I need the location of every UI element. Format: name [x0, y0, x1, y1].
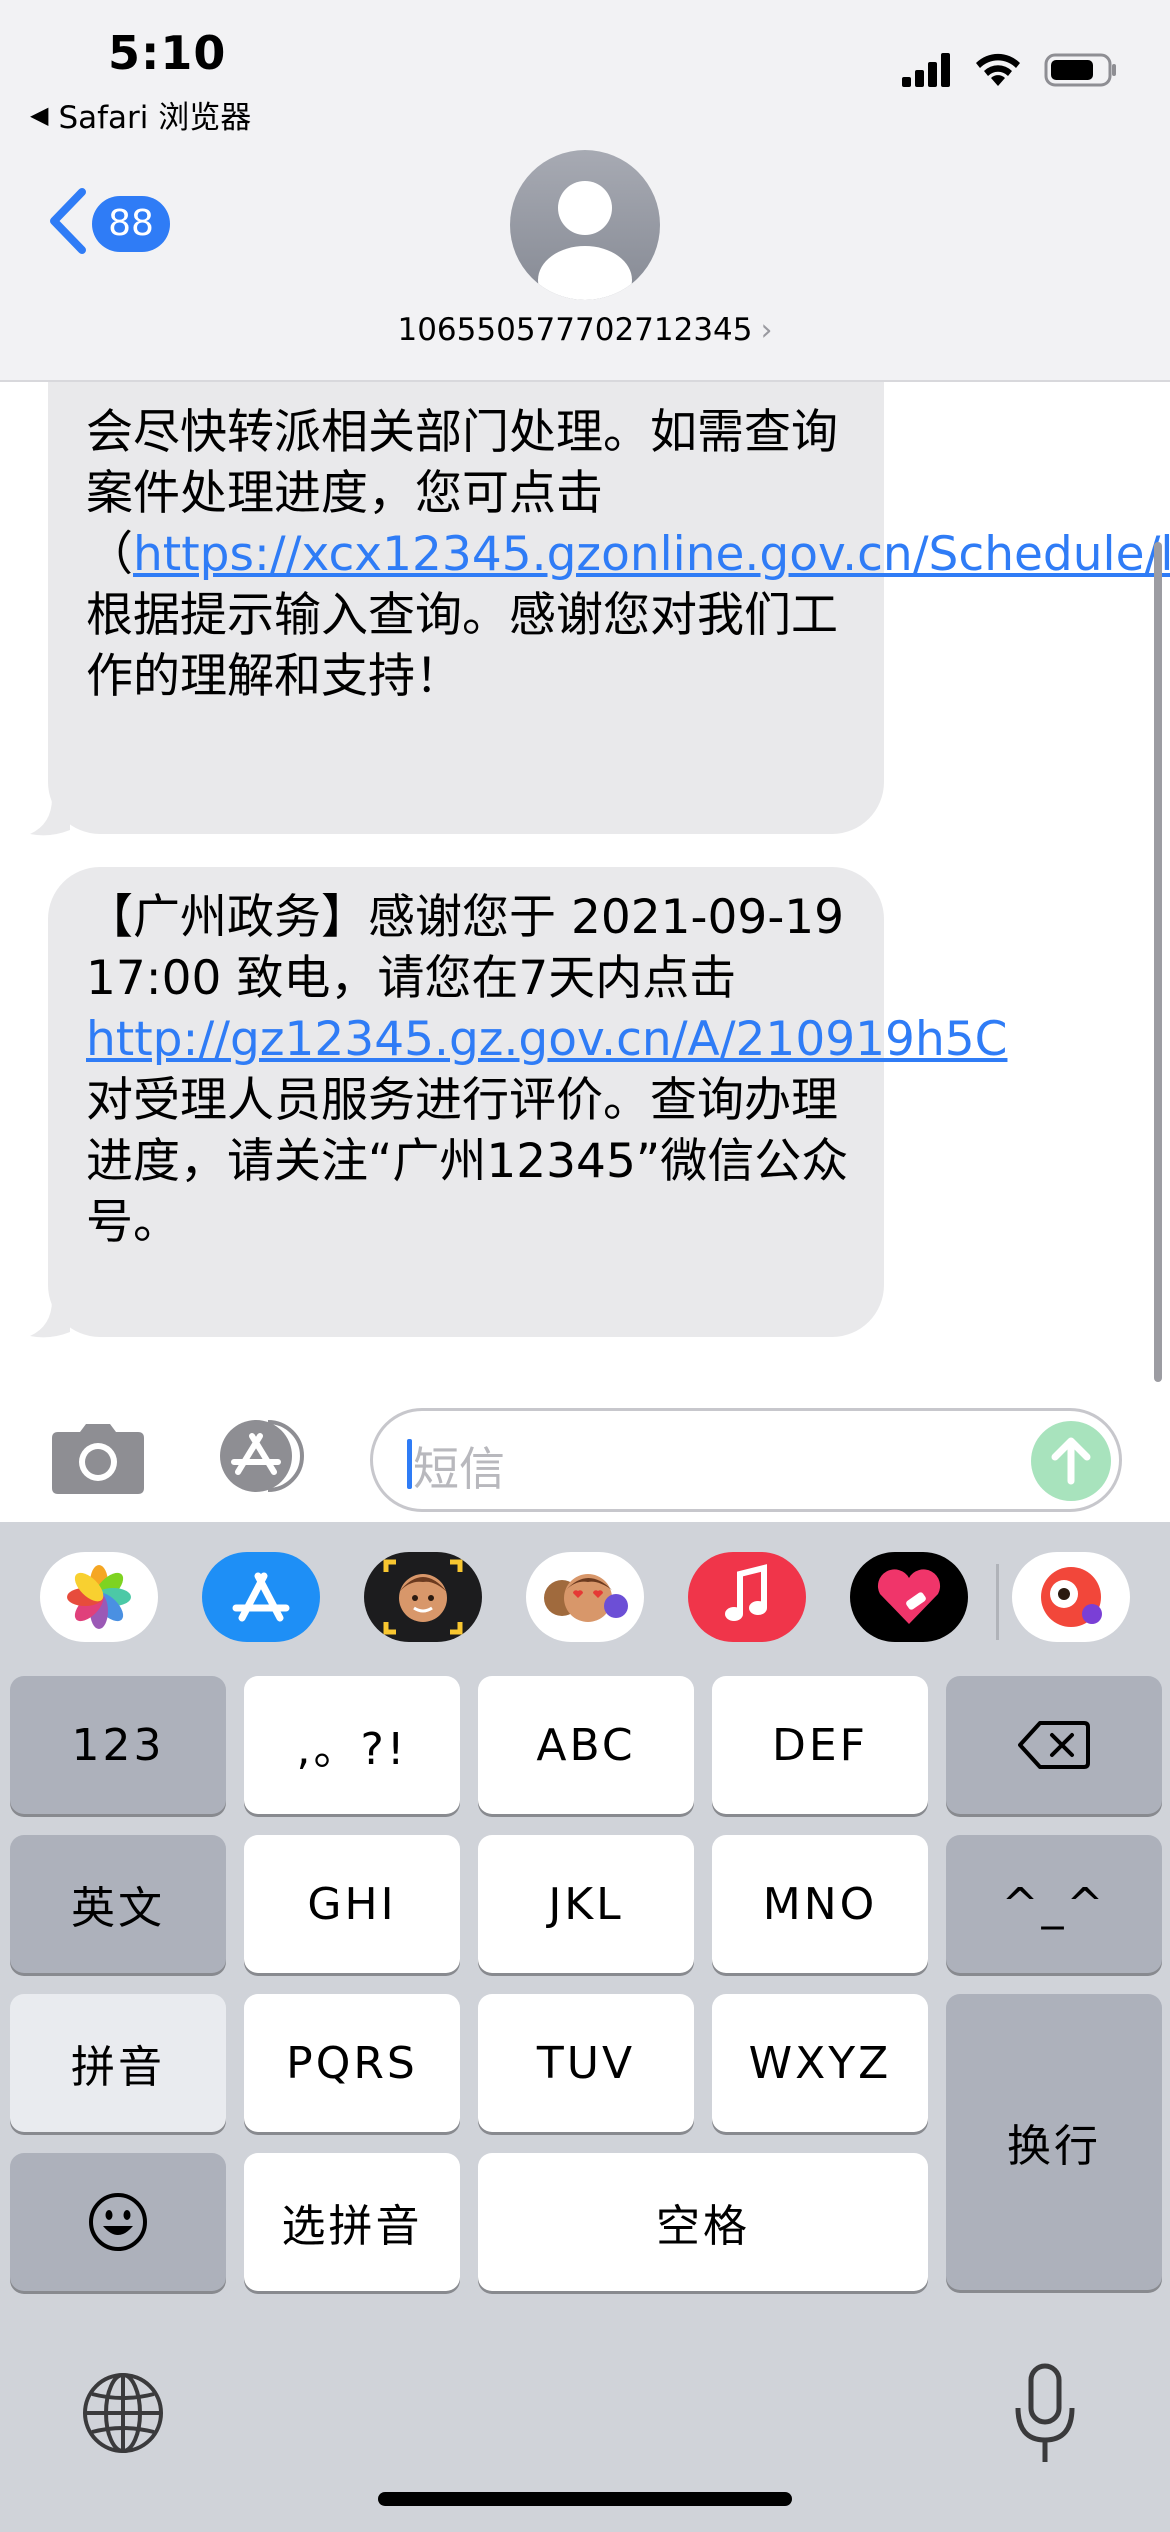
message-list[interactable]: 会尽快转派相关部门处理。如需查询案件处理进度，您可点击（https://xcx1… — [0, 382, 1170, 1392]
contact-number: 106550577702712345 — [397, 312, 753, 348]
back-chevron-icon[interactable] — [44, 186, 94, 256]
contact-avatar[interactable] — [510, 150, 660, 300]
key-abc[interactable]: ABC — [478, 1676, 694, 1814]
app-store-apps-icon[interactable] — [208, 1416, 318, 1496]
person-silhouette-icon — [538, 181, 632, 300]
key-wxyz[interactable]: WXYZ — [712, 1994, 928, 2132]
bubble-tail — [30, 798, 70, 836]
key-pinyin[interactable]: 拼音 — [10, 1994, 226, 2132]
photos-icon[interactable] — [40, 1552, 158, 1642]
message-input[interactable]: 短信 — [370, 1408, 1122, 1512]
message-link[interactable]: http://gz12345.gz.gov.cn/A/210919h5C — [86, 1012, 1007, 1067]
key-pqrs[interactable]: PQRS — [244, 1994, 460, 2132]
key-mno[interactable]: MNO — [712, 1835, 928, 1973]
arrow-up-icon — [1051, 1437, 1091, 1485]
key-def[interactable]: DEF — [712, 1676, 928, 1814]
key-jkl[interactable]: JKL — [478, 1835, 694, 1973]
chevron-right-icon: › — [760, 313, 773, 348]
back-app-label: Safari 浏览器 — [58, 100, 252, 136]
wifi-icon — [976, 53, 1020, 86]
contact-number-row[interactable]: 106550577702712345 › — [0, 312, 1170, 348]
key-return[interactable]: 换行 — [946, 1994, 1162, 2290]
conversation-header: 5:10 ◀ Safari 浏览器 88 106550577702712345 … — [0, 0, 1170, 382]
animoji-icon[interactable] — [526, 1552, 644, 1642]
message-link[interactable]: https://xcx12345.gzonline.gov.cn/Schedul… — [133, 527, 1170, 582]
memoji-icon[interactable] — [364, 1552, 482, 1642]
message-bubble[interactable]: 会尽快转派相关部门处理。如需查询案件处理进度，您可点击（https://xcx1… — [48, 382, 1170, 834]
message-text: 【广州政务】感谢您于 2021-09-19 17:00 致电，请您在7天内点击 — [86, 890, 845, 1006]
compose-bar: 短信 — [0, 1392, 1170, 1520]
scrollbar[interactable] — [1154, 542, 1162, 1382]
status-time: 5:10 — [108, 26, 227, 80]
key-emoji[interactable] — [10, 2153, 226, 2291]
unread-badge[interactable]: 88 — [92, 196, 170, 252]
pinyin-keyboard: 123 ,。?! ABC DEF 英文 GHI JKL MNO ^_^ 拼音 P… — [0, 1670, 1170, 2532]
back-to-safari-link[interactable]: ◀ Safari 浏览器 — [30, 92, 251, 137]
key-ghi[interactable]: GHI — [244, 1835, 460, 1973]
battery-icon — [1044, 53, 1116, 87]
cellular-signal-icon — [902, 53, 950, 87]
delete-icon — [1018, 1721, 1090, 1769]
music-icon[interactable] — [688, 1552, 806, 1642]
key-emoticon-text[interactable]: ^_^ — [946, 1835, 1162, 1973]
key-select-pinyin[interactable]: 选拼音 — [244, 2153, 460, 2291]
key-english[interactable]: 英文 — [10, 1835, 226, 1973]
custom-app-icon[interactable] — [1012, 1552, 1130, 1642]
camera-icon[interactable] — [50, 1422, 146, 1496]
microphone-icon[interactable] — [1008, 2360, 1082, 2470]
key-delete[interactable] — [946, 1676, 1162, 1814]
home-indicator[interactable] — [378, 2492, 792, 2506]
app-store-icon[interactable] — [202, 1552, 320, 1642]
imessage-app-drawer — [0, 1522, 1170, 1670]
status-icons — [902, 52, 1118, 88]
drawer-divider — [996, 1564, 999, 1640]
key-space[interactable]: 空格 — [478, 2153, 928, 2291]
heart-sticker-icon[interactable] — [850, 1552, 968, 1642]
bubble-tail — [30, 1300, 70, 1338]
key-numbers[interactable]: 123 — [10, 1676, 226, 1814]
message-bubble[interactable]: 【广州政务】感谢您于 2021-09-19 17:00 致电，请您在7天内点击 … — [48, 867, 1007, 1337]
globe-icon[interactable] — [80, 2370, 166, 2456]
emoji-icon — [89, 2193, 147, 2251]
text-cursor — [407, 1439, 412, 1489]
message-placeholder: 短信 — [413, 1442, 505, 1496]
key-tuv[interactable]: TUV — [478, 1994, 694, 2132]
key-punctuation[interactable]: ,。?! — [244, 1676, 460, 1814]
back-triangle-icon: ◀ — [30, 100, 49, 129]
message-text: 对受理人员服务进行评价。查询办理进度，请关注“广州12345”微信公众号。 — [86, 1073, 849, 1250]
send-button[interactable] — [1031, 1421, 1111, 1501]
